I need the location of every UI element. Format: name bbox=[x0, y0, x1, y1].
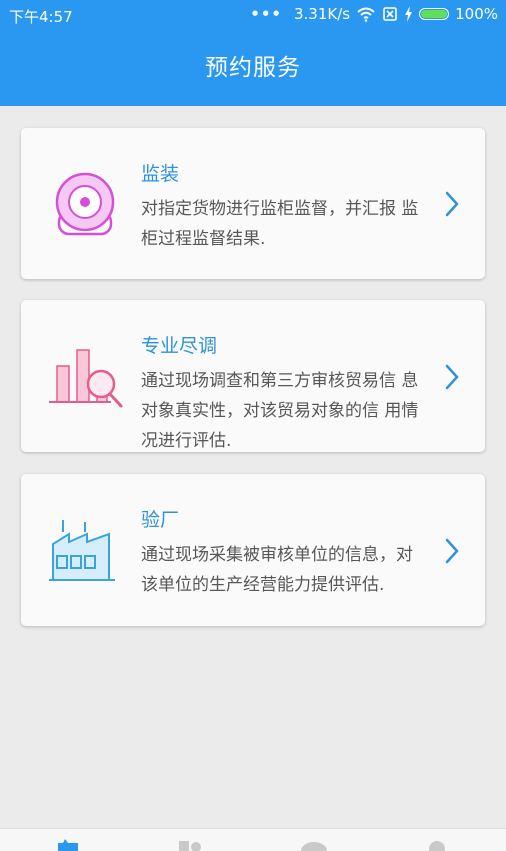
factory-icon bbox=[49, 520, 115, 581]
service-description: 对指定货物进行监柜监督，并汇报 监柜过程监督结果. bbox=[141, 199, 419, 249]
profile-tab-icon[interactable] bbox=[424, 837, 450, 851]
message-tab-icon[interactable] bbox=[301, 837, 327, 851]
app-header: 下午4:57 ••• 3.31K/s 100% 预约服务 bbox=[0, 0, 506, 106]
network-speed: 3.31K/s bbox=[294, 5, 351, 23]
wifi-icon bbox=[357, 7, 375, 22]
page-title: 预约服务 bbox=[205, 55, 301, 81]
chevron-right-icon[interactable] bbox=[445, 191, 459, 217]
more-dots-icon: ••• bbox=[250, 5, 282, 23]
chart-search-icon bbox=[49, 349, 123, 408]
status-bar: 下午4:57 ••• 3.31K/s 100% bbox=[0, 0, 506, 30]
service-card-due-diligence[interactable]: 专业尽调 通过现场调查和第三方审核贸易信 息对象真实性，对该贸易对象的信 用情况… bbox=[21, 300, 485, 452]
service-title: 监装 bbox=[141, 163, 180, 185]
battery-percent: 100% bbox=[455, 5, 498, 23]
camera-icon bbox=[55, 172, 115, 236]
no-sim-icon bbox=[383, 7, 397, 21]
bottom-nav-bar bbox=[0, 828, 506, 851]
service-title: 专业尽调 bbox=[141, 335, 218, 357]
home-tab-icon[interactable] bbox=[55, 837, 81, 851]
orders-tab-icon[interactable] bbox=[177, 837, 203, 851]
chevron-right-icon[interactable] bbox=[445, 364, 459, 390]
chevron-right-icon[interactable] bbox=[445, 538, 459, 564]
service-description: 通过现场采集被审核单位的信息，对该单位的生产经营能力提供评估. bbox=[141, 545, 413, 595]
battery-icon bbox=[419, 8, 450, 20]
battery-level bbox=[421, 10, 448, 18]
service-card-factory-audit[interactable]: 验厂 通过现场采集被审核单位的信息，对该单位的生产经营能力提供评估. bbox=[21, 474, 485, 626]
service-card-inspection[interactable]: 监装 对指定货物进行监柜监督，并汇报 监柜过程监督结果. bbox=[21, 128, 485, 279]
service-title: 验厂 bbox=[141, 509, 180, 531]
service-description: 通过现场调查和第三方审核贸易信 息对象真实性，对该贸易对象的信 用情况进行评估. bbox=[141, 371, 419, 451]
status-indicators: ••• 3.31K/s 100% bbox=[250, 5, 498, 23]
status-time: 下午4:57 bbox=[9, 8, 73, 26]
charging-icon bbox=[405, 6, 413, 22]
